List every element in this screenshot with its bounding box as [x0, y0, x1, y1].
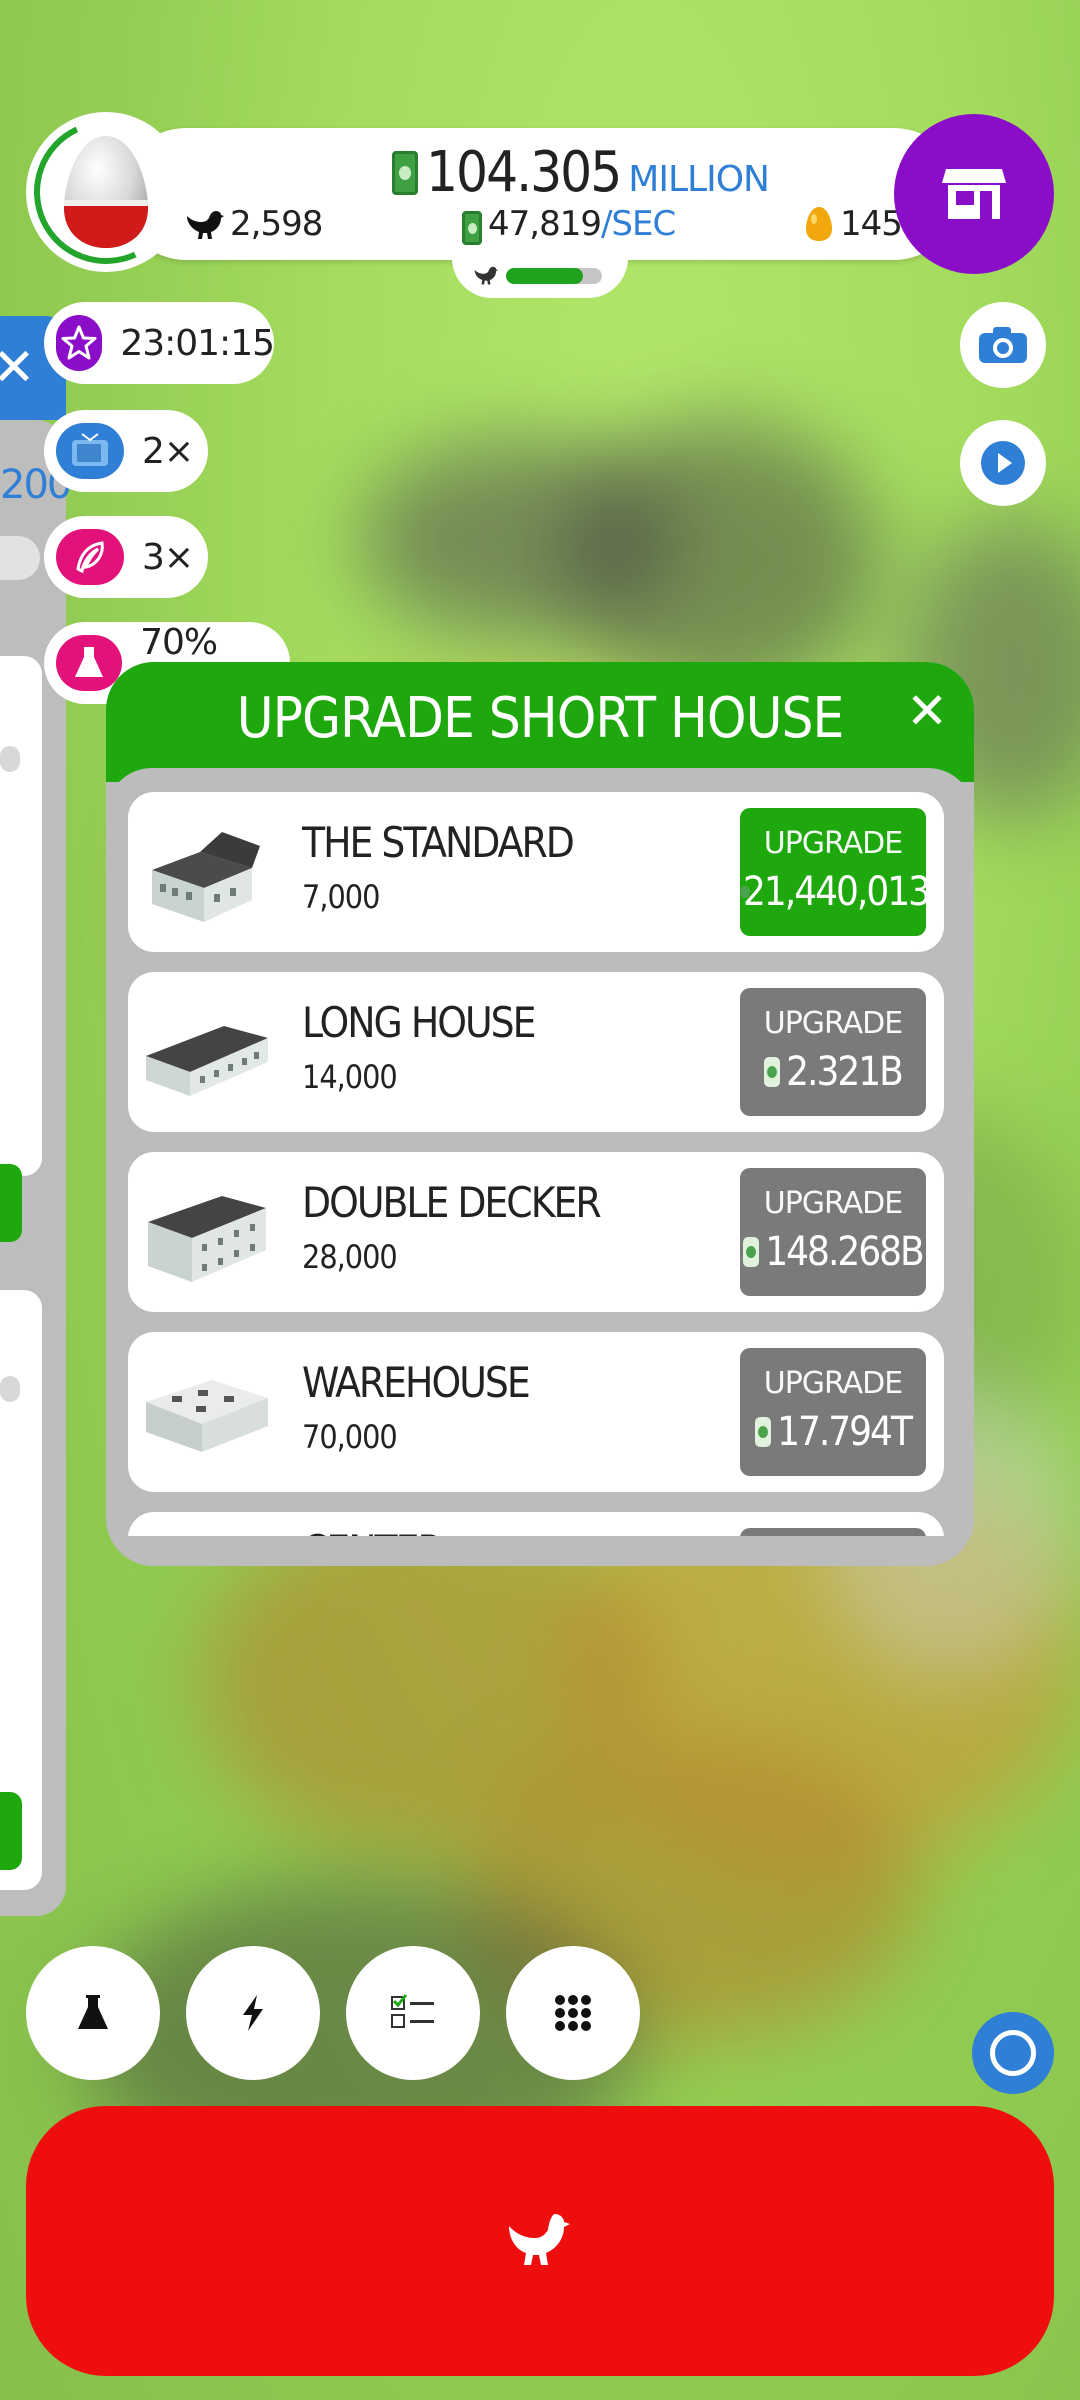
boost-pill-feather[interactable]: 3×: [44, 516, 208, 598]
upgrade-name: LONG HOUSE: [302, 998, 537, 1047]
side-green-button[interactable]: [0, 1792, 22, 1870]
boost-pill-tv[interactable]: 2×: [44, 410, 208, 492]
research-button[interactable]: [26, 1946, 160, 2080]
flask-icon: [78, 1995, 108, 2029]
upgrade-list: THE STANDARD 7,000 UPGRADE 21,440,013 LO…: [128, 792, 948, 1536]
grid-icon: [555, 1995, 591, 2031]
hatch-chicken-button[interactable]: [26, 2106, 1054, 2376]
upgrade-row: WAREHOUSE 70,000 UPGRADE 17.794T: [128, 1332, 944, 1492]
habitat-progress-bar: [506, 268, 602, 284]
cash-unit: MILLION: [628, 159, 770, 200]
missions-button[interactable]: [346, 1946, 480, 2080]
upgrade-button-label: UPGRADE: [763, 1366, 904, 1401]
upgrade-row: THE STANDARD 7,000 UPGRADE 21,440,013: [128, 792, 944, 952]
upgrade-name: THE STANDARD: [302, 818, 575, 867]
chicken-count-value: 2,598: [230, 204, 323, 244]
double-decker-icon: [148, 1196, 266, 1282]
upgrade-cost: 148.268B: [765, 1229, 924, 1275]
cash-value: 104.305: [426, 140, 622, 205]
boost-tv-value: 2×: [142, 430, 194, 472]
habitat-progress-fill: [506, 268, 583, 284]
cash-display: 104.305 MILLION: [392, 140, 770, 205]
golden-egg-count: 145: [804, 204, 903, 244]
upgrade-name: DOUBLE DECKER: [302, 1178, 602, 1227]
boosts-button[interactable]: [186, 1946, 320, 2080]
menu-button[interactable]: [506, 1946, 640, 2080]
upgrade-button[interactable]: UPGRADE 17.794T: [740, 1348, 926, 1476]
chicken-small-icon: [474, 266, 498, 285]
upgrade-row: CENTER: [128, 1512, 944, 1536]
upgrade-cost: 17.794T: [777, 1409, 913, 1455]
warehouse-icon: [146, 1380, 268, 1452]
long-house-icon: [146, 1026, 268, 1096]
upgrade-name: CENTER: [302, 1526, 444, 1536]
golden-egg-value: 145: [840, 204, 903, 244]
chicken-count: 2,598: [186, 204, 323, 244]
earning-rate: 47,819/SEC: [462, 204, 676, 245]
upgrade-capacity: 7,000: [302, 878, 380, 916]
boost-timer-value: 23:01:15: [120, 322, 275, 364]
upgrade-row: DOUBLE DECKER 28,000 UPGRADE 148.268B: [128, 1152, 944, 1312]
modal-body: THE STANDARD 7,000 UPGRADE 21,440,013 LO…: [106, 768, 974, 1566]
camera-icon: [979, 327, 1027, 363]
shop-icon: [942, 169, 1006, 219]
upgrade-button[interactable]: [740, 1528, 926, 1536]
close-icon: ✕: [0, 338, 36, 398]
upgrade-button[interactable]: UPGRADE 21,440,013: [740, 808, 931, 936]
upgrade-cost: 21,440,013: [743, 869, 931, 915]
star-icon: [56, 315, 103, 371]
rate-unit: /SEC: [600, 204, 676, 244]
upgrade-capacity: 70,000: [302, 1418, 398, 1456]
upgrade-button-label: UPGRADE: [763, 1006, 904, 1041]
golden-egg-icon: [806, 207, 832, 241]
cash-icon: [462, 211, 482, 245]
cash-icon: [743, 1237, 760, 1267]
tv-icon: [56, 423, 124, 479]
upgrade-capacity: 14,000: [302, 1058, 398, 1096]
rate-value: 47,819: [488, 204, 602, 244]
modal-close-button[interactable]: ✕: [906, 686, 948, 736]
feather-icon: [56, 529, 124, 585]
assistant-button[interactable]: [972, 2012, 1054, 2094]
modal-header: UPGRADE SHORT HOUSE ✕: [106, 662, 974, 782]
upgrade-cost: 2.321B: [786, 1049, 904, 1095]
video-play-button[interactable]: [960, 420, 1046, 506]
lightning-icon: [243, 1995, 263, 2031]
center-house-icon: [142, 1518, 272, 1536]
circle-icon: [990, 2030, 1036, 2076]
chicken-icon: [509, 2214, 570, 2265]
camera-button[interactable]: [960, 302, 1046, 388]
shop-button[interactable]: [894, 114, 1054, 274]
cash-icon: [755, 1417, 772, 1447]
upgrade-button[interactable]: UPGRADE 2.321B: [740, 988, 926, 1116]
side-card: [0, 656, 42, 1176]
upgrade-name: WAREHOUSE: [302, 1358, 531, 1407]
upgrade-button-label: UPGRADE: [763, 1186, 904, 1221]
cash-icon: [392, 151, 418, 195]
boost-pill-timer[interactable]: 23:01:15: [44, 302, 275, 384]
modal-title: UPGRADE SHORT HOUSE: [236, 686, 845, 751]
upgrade-capacity: 28,000: [302, 1238, 398, 1276]
standard-house-icon: [152, 832, 260, 922]
checklist-icon: [391, 1994, 434, 2028]
upgrade-button-label: UPGRADE: [763, 826, 904, 861]
upgrade-row: LONG HOUSE 14,000 UPGRADE 2.321B: [128, 972, 944, 1132]
boost-feather-value: 3×: [142, 536, 194, 578]
upgrade-button[interactable]: UPGRADE 148.268B: [740, 1168, 926, 1296]
side-green-button[interactable]: [0, 1164, 22, 1242]
upgrade-modal: UPGRADE SHORT HOUSE ✕ THE STANDARD 7,000…: [106, 662, 974, 1566]
cash-icon: [764, 1057, 781, 1087]
play-icon: [981, 441, 1025, 485]
egg-icon: [64, 136, 148, 248]
chicken-icon: [187, 211, 224, 239]
